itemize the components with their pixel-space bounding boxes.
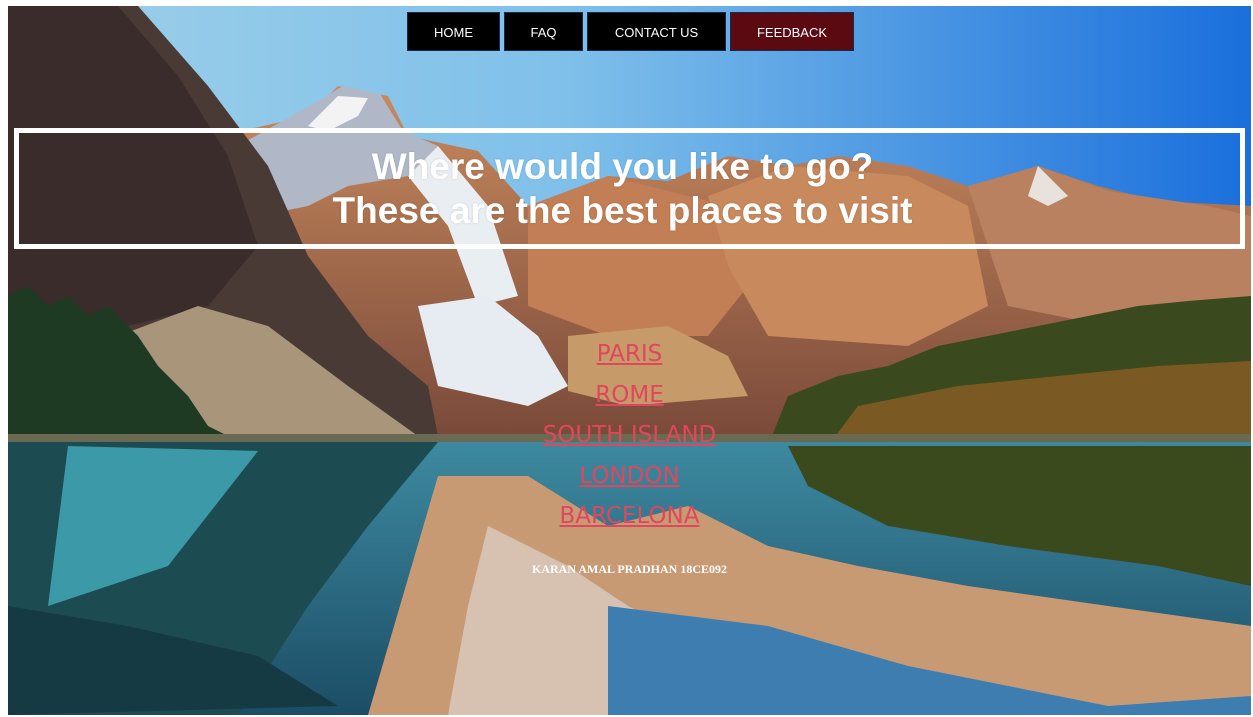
destination-list: PARIS ROME SOUTH ISLAND LONDON BARCELONA [8,334,1251,537]
hero-heading-line-2: These are the best places to visit [332,189,913,231]
nav-feedback-link[interactable]: FEEDBACK [730,12,854,51]
top-navigation: HOME FAQ CONTACT US FEEDBACK [407,12,854,51]
hero-heading-line-1: Where would you like to go? [371,145,874,187]
nav-contact-us-link[interactable]: CONTACT US [587,12,726,51]
destination-link-rome[interactable]: ROME [595,375,663,416]
nav-faq-link[interactable]: FAQ [504,12,583,51]
destination-link-london[interactable]: LONDON [579,456,679,497]
destination-link-south-island[interactable]: SOUTH ISLAND [543,415,717,456]
page-viewport: HOME FAQ CONTACT US FEEDBACK Where would… [8,6,1251,715]
destination-link-paris[interactable]: PARIS [597,334,663,375]
nav-home-link[interactable]: HOME [407,12,500,51]
hero-heading-box: Where would you like to go? These are th… [14,128,1245,249]
author-credit: KARAN AMAL PRADHAN 18CE092 [532,562,727,576]
destination-link-barcelona[interactable]: BARCELONA [560,496,700,537]
